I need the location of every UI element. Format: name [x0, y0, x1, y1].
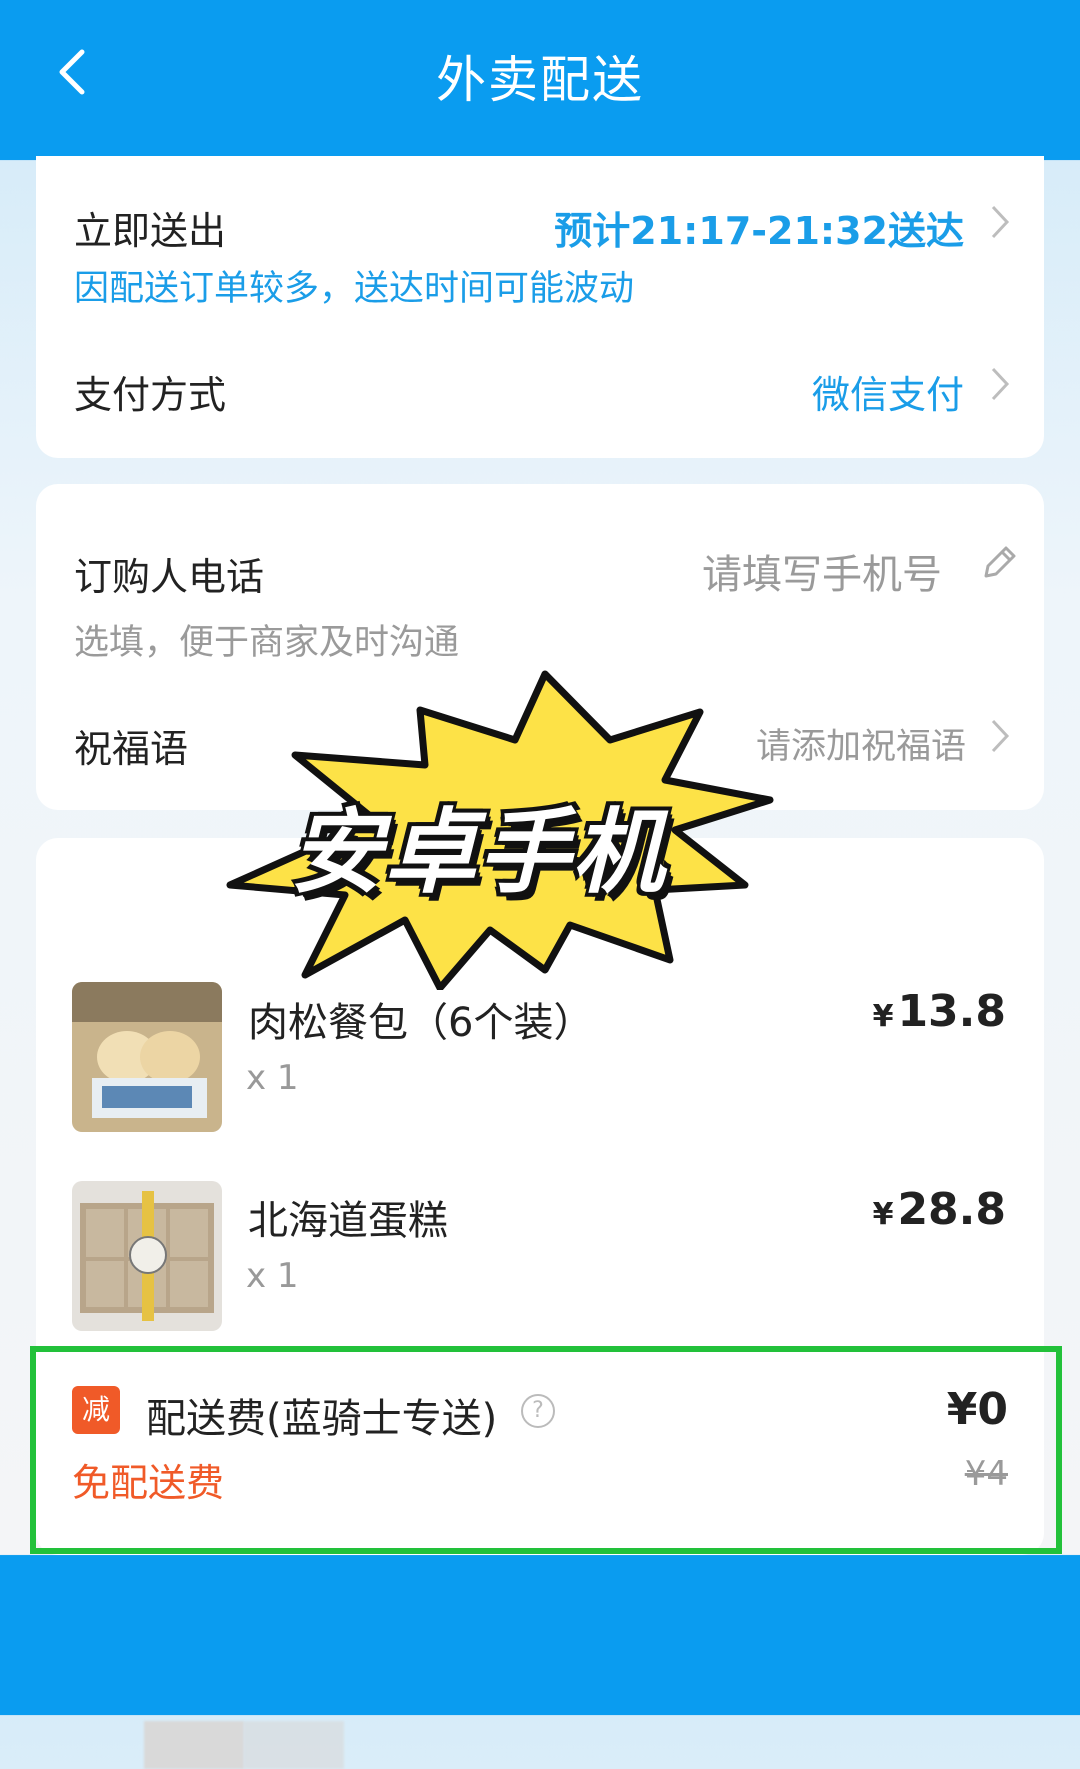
highlight-box: [30, 1346, 1062, 1554]
item-name: 肉松餐包（6个装）: [248, 1000, 594, 1046]
product-image: [72, 982, 222, 1132]
delivery-label: 立即送出: [74, 209, 227, 253]
help-icon[interactable]: ?: [521, 1394, 555, 1428]
payment-value[interactable]: 微信支付: [812, 364, 964, 419]
original-delivery-fee: ¥4: [964, 1454, 1008, 1494]
page-title: 外卖配送: [436, 51, 644, 109]
phone-label: 订购人电话: [74, 555, 265, 599]
blurred-region: [144, 1721, 244, 1769]
item-price: ¥28.8: [872, 1184, 1006, 1235]
blessing-input[interactable]: 请添加祝福语: [756, 718, 966, 769]
item-name: 北海道蛋糕: [248, 1198, 448, 1244]
delivery-fee-price: ¥0: [946, 1384, 1008, 1435]
watermark-text: 安卓手机: [290, 799, 667, 906]
payment-label: 支付方式: [74, 373, 227, 417]
blurred-region: [244, 1721, 344, 1769]
item-quantity: x 1: [246, 1058, 299, 1098]
delivery-payment-card: 立即送出 预计21:17-21:32送达 因配送订单较多，送达时间可能波动 支付…: [36, 156, 1044, 458]
edit-pencil-icon[interactable]: [980, 544, 1018, 582]
chevron-right-icon[interactable]: [990, 366, 1010, 402]
delivery-eta[interactable]: 预计21:17-21:32送达: [554, 200, 964, 255]
phone-input[interactable]: 请填写手机号: [702, 542, 942, 600]
phone-hint: 选填，便于商家及时沟通: [74, 623, 460, 663]
blessing-label: 祝福语: [74, 727, 189, 771]
item-price: ¥13.8: [872, 986, 1006, 1037]
chevron-right-icon[interactable]: [990, 718, 1010, 754]
delivery-fee-promo: 免配送费: [72, 1461, 225, 1505]
item-quantity: x 1: [246, 1256, 299, 1296]
discount-badge: 减: [72, 1386, 120, 1434]
delivery-fee-label: 配送费(蓝骑士专送): [146, 1396, 498, 1442]
top-bar: 外卖配送: [0, 0, 1080, 156]
delivery-notice: 因配送订单较多，送达时间可能波动: [74, 269, 635, 309]
product-image: [72, 1181, 222, 1331]
chevron-right-icon[interactable]: [990, 204, 1010, 240]
